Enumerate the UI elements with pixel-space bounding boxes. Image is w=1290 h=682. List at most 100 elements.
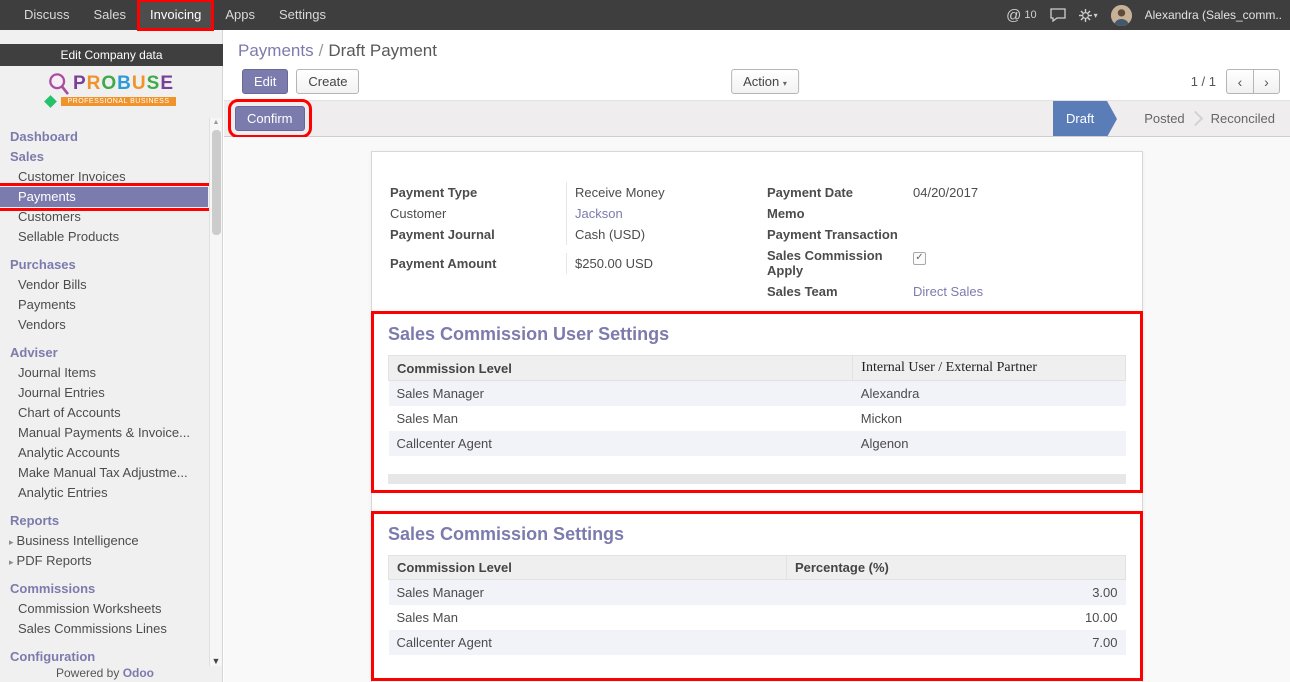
sidebar-item-customer-invoices[interactable]: Customer Invoices [0, 167, 208, 187]
field-sales-commission-apply: Sales Commission Apply ✓ [765, 245, 1126, 281]
memo-label: Memo [765, 203, 905, 224]
form-area: Payment Type Receive Money Customer Jack… [224, 137, 1290, 682]
field-customer: Customer Jackson [388, 203, 749, 224]
sales-team-link[interactable]: Direct Sales [913, 284, 983, 299]
sidebar-item-sellable-products[interactable]: Sellable Products [0, 227, 208, 247]
column-commission-level[interactable]: Commission Level [389, 356, 853, 381]
sidebar-item-vendor-bills[interactable]: Vendor Bills [0, 275, 208, 295]
cell-commission-level: Sales Man [389, 605, 787, 630]
sidebar-section-sales: Sales Customer Invoices Payments Custome… [0, 147, 208, 247]
breadcrumb-payments[interactable]: Payments [238, 41, 314, 60]
action-dropdown-button[interactable]: Action ▾ [731, 69, 799, 94]
user-menu[interactable]: Alexandra (Sales_comm.. [1145, 8, 1282, 22]
control-panel: Payments/Draft Payment Edit Create Actio… [224, 30, 1290, 100]
sidebar-item-make-manual-tax-adjustment[interactable]: Make Manual Tax Adjustme... [0, 463, 208, 483]
sidebar-scrollbar[interactable]: ▲ ▼ [209, 118, 222, 666]
field-memo: Memo [765, 203, 1126, 224]
cell-percentage: 10.00 [786, 605, 1125, 630]
table-row[interactable]: Callcenter Agent Algenon [389, 431, 1126, 456]
sidebar-item-sales-commissions-lines[interactable]: Sales Commissions Lines [0, 619, 208, 639]
empty-row-strip [388, 474, 1126, 484]
section-title-reports: Reports [0, 511, 208, 531]
payment-type-label: Payment Type [388, 182, 566, 203]
field-payment-type: Payment Type Receive Money [388, 182, 749, 203]
user-avatar[interactable] [1111, 5, 1132, 26]
sales-commission-apply-label: Sales Commission Apply [765, 245, 905, 281]
sidebar-nav: Dashboard Sales Customer Invoices Paymen… [0, 127, 222, 667]
table-row[interactable]: Sales Man 10.00 [389, 605, 1126, 630]
create-button[interactable]: Create [296, 69, 359, 94]
scrollbar-thumb[interactable] [212, 130, 221, 235]
sidebar-item-analytic-entries[interactable]: Analytic Entries [0, 483, 208, 503]
sidebar-section-commissions: Commissions Commission Worksheets Sales … [0, 579, 208, 639]
debug-icon [1079, 9, 1092, 22]
debug-menu-button[interactable]: ▾ [1079, 9, 1098, 22]
scroll-down-icon[interactable]: ▼ [212, 656, 221, 666]
column-internal-user[interactable]: Internal User / External Partner [853, 356, 1126, 381]
checkmark-icon: ✓ [915, 253, 923, 263]
table-row[interactable]: Sales Manager 3.00 [389, 580, 1126, 606]
sales-commission-apply-checkbox[interactable]: ✓ [913, 252, 926, 265]
user-settings-section: Sales Commission User Settings Commissio… [388, 324, 1126, 484]
powered-by: Powered by Odoo [0, 666, 210, 680]
sidebar-item-business-intelligence[interactable]: ▸Business Intelligence [0, 531, 208, 551]
table-header-row: Commission Level Percentage (%) [389, 556, 1126, 580]
sales-team-label: Sales Team [765, 281, 905, 302]
menu-invoicing[interactable]: Invoicing [138, 0, 213, 30]
payment-journal-value: Cash (USD) [566, 224, 749, 245]
pager-counter: 1 / 1 [1191, 74, 1216, 89]
sidebar-item-analytic-accounts[interactable]: Analytic Accounts [0, 443, 208, 463]
section-title-adviser: Adviser [0, 343, 208, 363]
odoo-link[interactable]: Odoo [123, 666, 154, 680]
sidebar-item-purchase-payments[interactable]: Payments [0, 295, 208, 315]
table-row[interactable]: Callcenter Agent 7.00 [389, 630, 1126, 655]
table-row[interactable]: Sales Man Mickon [389, 406, 1126, 431]
edit-company-data-button[interactable]: Edit Company data [0, 44, 223, 66]
table-row[interactable]: Sales Manager Alexandra [389, 381, 1126, 407]
toolbar: Edit Create Action ▾ 1 / 1 ‹ › [224, 69, 1290, 94]
mention-counter[interactable]: @ 10 [1006, 7, 1036, 24]
menu-discuss[interactable]: Discuss [12, 0, 82, 30]
menu-settings[interactable]: Settings [267, 0, 338, 30]
cell-commission-level: Callcenter Agent [389, 431, 853, 456]
column-percentage[interactable]: Percentage (%) [786, 556, 1125, 580]
cell-user: Alexandra [853, 381, 1126, 407]
breadcrumb: Payments/Draft Payment [224, 30, 1290, 61]
sidebar-item-manual-payments-invoice[interactable]: Manual Payments & Invoice... [0, 423, 208, 443]
caret-right-icon: ▸ [9, 557, 14, 567]
status-draft[interactable]: Draft [1053, 101, 1107, 136]
sidebar-item-vendors[interactable]: Vendors [0, 315, 208, 335]
form-right-column: Payment Date 04/20/2017 Memo Payment Tra… [765, 182, 1126, 302]
pager-previous-button[interactable]: ‹ [1226, 69, 1253, 94]
status-pipeline: Draft Posted Reconciled [1053, 101, 1290, 136]
menu-apps[interactable]: Apps [213, 0, 267, 30]
confirm-button[interactable]: Confirm [235, 106, 305, 131]
probuse-logo: PROBUSE PROFESSIONAL BUSINESS [26, 71, 196, 117]
pager-next-button[interactable]: › [1253, 69, 1280, 94]
messages-button[interactable] [1050, 8, 1066, 22]
sidebar-item-customers[interactable]: Customers [0, 207, 208, 227]
sidebar-item-pdf-reports[interactable]: ▸PDF Reports [0, 551, 208, 571]
section-title-purchases: Purchases [0, 255, 208, 275]
sidebar-item-label: Business Intelligence [17, 533, 139, 548]
scroll-up-icon[interactable]: ▲ [213, 118, 220, 128]
sidebar-item-label: PDF Reports [17, 553, 92, 568]
sidebar-item-commission-worksheets[interactable]: Commission Worksheets [0, 599, 208, 619]
status-reconciled[interactable]: Reconciled [1196, 101, 1290, 136]
column-commission-level[interactable]: Commission Level [389, 556, 787, 580]
pager: 1 / 1 ‹ › [1191, 69, 1280, 94]
sidebar-item-chart-of-accounts[interactable]: Chart of Accounts [0, 403, 208, 423]
sidebar-item-payments[interactable]: Payments [0, 187, 208, 207]
edit-button[interactable]: Edit [242, 69, 288, 94]
sidebar-item-dashboard[interactable]: Dashboard [0, 127, 208, 147]
menu-sales[interactable]: Sales [82, 0, 139, 30]
commission-settings-section: Sales Commission Settings Commission Lev… [388, 524, 1126, 655]
sidebar-section-adviser: Adviser Journal Items Journal Entries Ch… [0, 343, 208, 503]
field-payment-date: Payment Date 04/20/2017 [765, 182, 1126, 203]
sidebar-item-journal-entries[interactable]: Journal Entries [0, 383, 208, 403]
sidebar-item-journal-items[interactable]: Journal Items [0, 363, 208, 383]
cube-icon [45, 95, 58, 108]
cell-commission-level: Callcenter Agent [389, 630, 787, 655]
customer-link[interactable]: Jackson [575, 206, 623, 221]
mention-count: 10 [1024, 9, 1036, 21]
